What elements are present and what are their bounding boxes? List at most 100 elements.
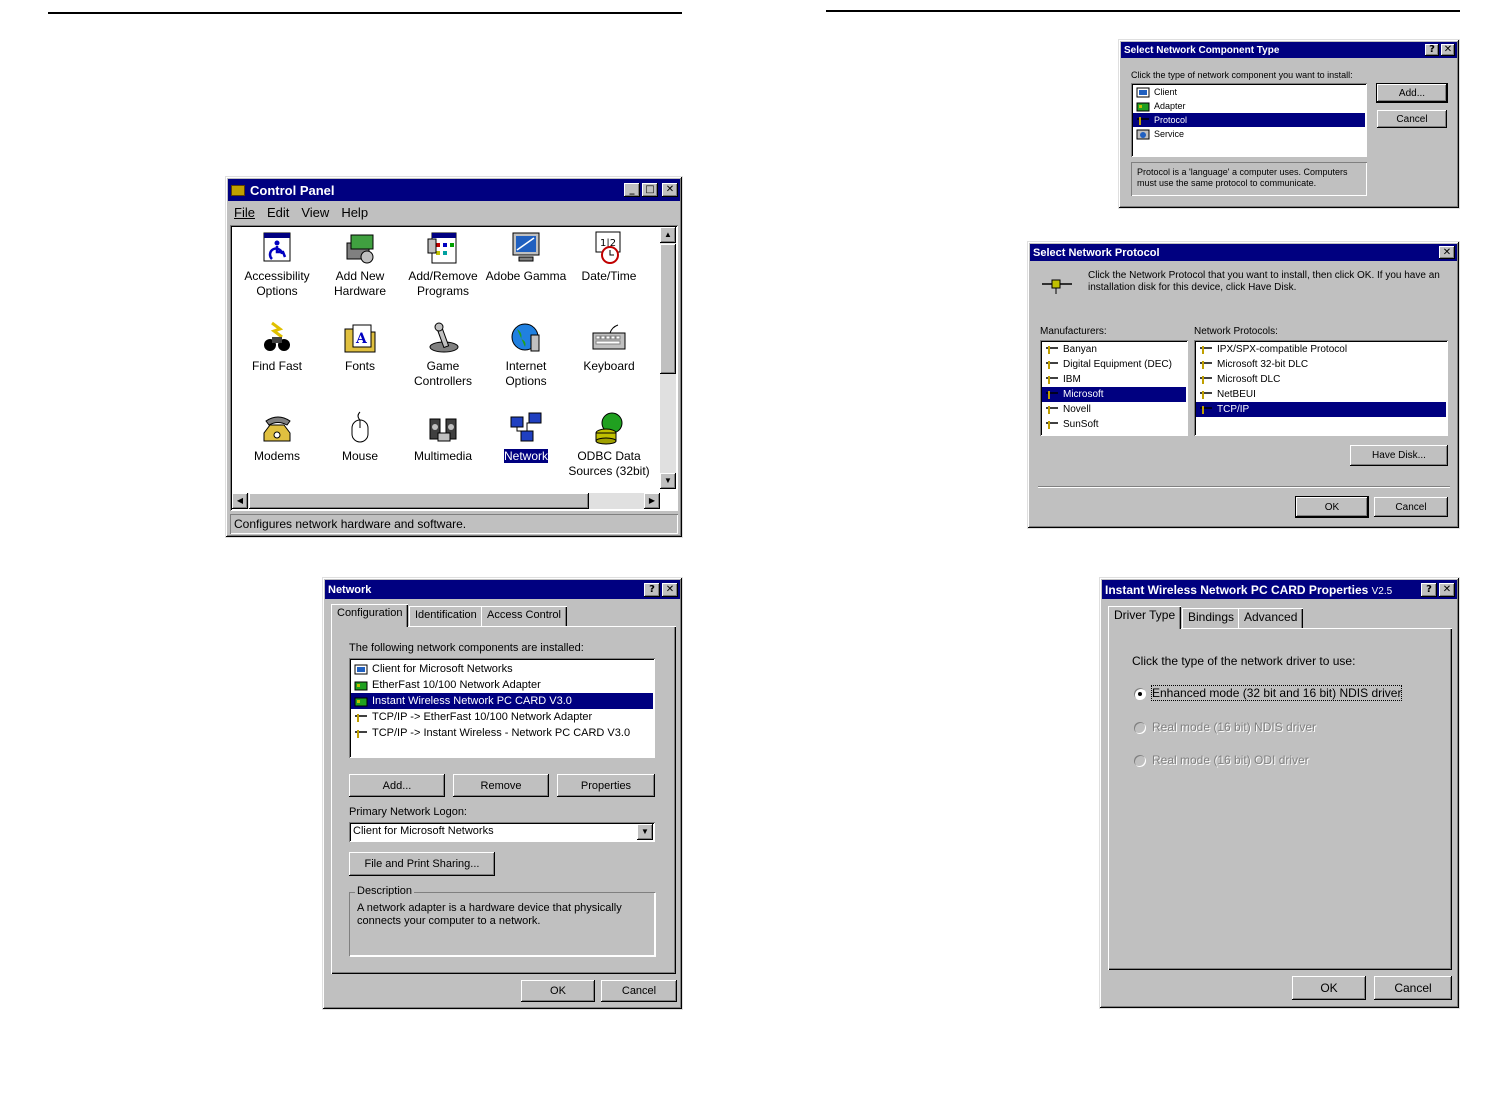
cp-item-adobe-gamma[interactable]: Adobe Gamma xyxy=(485,229,567,284)
close-icon[interactable]: ✕ xyxy=(1441,44,1455,56)
file-print-sharing-button[interactable]: File and Print Sharing... xyxy=(349,852,495,876)
pc-card-ok-button[interactable]: OK xyxy=(1292,976,1366,1000)
network-cancel-button[interactable]: Cancel xyxy=(601,980,677,1002)
list-item[interactable]: TCP/IP xyxy=(1196,402,1446,417)
cp-item-find-fast[interactable]: Find Fast xyxy=(236,319,318,374)
list-item[interactable]: SunSoft xyxy=(1042,417,1186,432)
cp-item-internet-options[interactable]: Internet Options xyxy=(485,319,567,389)
list-item[interactable]: TCP/IP -> EtherFast 10/100 Network Adapt… xyxy=(351,709,653,725)
service-icon xyxy=(1136,129,1150,139)
close-icon[interactable]: ✕ xyxy=(662,183,678,197)
component-type-list[interactable]: Client Adapter Protocol Service xyxy=(1131,83,1367,157)
menu-help[interactable]: Help xyxy=(341,205,368,220)
list-item[interactable]: Client for Microsoft Networks xyxy=(351,661,653,677)
add-button[interactable]: Add... xyxy=(349,774,445,797)
list-item[interactable]: Protocol xyxy=(1133,113,1365,127)
network-titlebar[interactable]: Network ? ✕ xyxy=(325,580,680,599)
pc-card-cancel-button[interactable]: Cancel xyxy=(1374,976,1452,1000)
scroll-down-icon[interactable]: ▼ xyxy=(660,473,676,489)
list-item[interactable]: Service xyxy=(1133,127,1365,141)
cp-item-odbc-data-sources-32bit[interactable]: ODBC Data Sources (32bit) xyxy=(568,409,650,479)
help-icon[interactable]: ? xyxy=(1425,44,1439,56)
tab-driver-type[interactable]: Driver Type xyxy=(1108,606,1182,629)
scroll-up-icon[interactable]: ▲ xyxy=(660,227,676,243)
list-item[interactable]: Instant Wireless Network PC CARD V3.0 xyxy=(351,693,653,709)
protocols-list[interactable]: IPX/SPX-compatible Protocol Microsoft 32-… xyxy=(1194,340,1448,436)
control-panel-menubar: File Edit View Help xyxy=(228,201,680,223)
cp-item-add-remove-programs[interactable]: Add/Remove Programs xyxy=(402,229,484,299)
list-item[interactable]: Banyan xyxy=(1042,342,1186,357)
list-item[interactable]: NetBEUI xyxy=(1196,387,1446,402)
properties-button[interactable]: Properties xyxy=(557,774,655,797)
scroll-left-icon[interactable]: ◀ xyxy=(232,493,248,509)
have-disk-button[interactable]: Have Disk... xyxy=(1350,445,1448,466)
tab-access-control[interactable]: Access Control xyxy=(481,606,567,626)
list-item-label: TCP/IP -> Instant Wireless - Network PC … xyxy=(372,727,631,739)
network-ok-button[interactable]: OK xyxy=(521,980,595,1002)
component-cancel-button[interactable]: Cancel xyxy=(1377,110,1447,128)
cp-item-multimedia[interactable]: Multimedia xyxy=(402,409,484,464)
protocol-cancel-button[interactable]: Cancel xyxy=(1374,497,1448,517)
minimize-icon[interactable]: _ xyxy=(624,183,640,197)
cp-item-network[interactable]: Network xyxy=(485,409,567,464)
protocol-ok-button[interactable]: OK xyxy=(1295,496,1369,518)
component-add-button[interactable]: Add... xyxy=(1376,83,1448,103)
radio-enhanced[interactable] xyxy=(1134,687,1146,700)
scroll-thumb-horizontal[interactable] xyxy=(249,493,589,509)
list-item[interactable]: IPX/SPX-compatible Protocol xyxy=(1196,342,1446,357)
list-item[interactable]: Microsoft 32-bit DLC xyxy=(1196,357,1446,372)
list-item[interactable]: EtherFast 10/100 Network Adapter xyxy=(351,677,653,693)
scroll-thumb[interactable] xyxy=(660,244,676,374)
list-item[interactable]: Novell xyxy=(1042,402,1186,417)
help-icon[interactable]: ? xyxy=(644,582,660,597)
chevron-down-icon[interactable]: ▼ xyxy=(637,824,653,840)
protocol-icon xyxy=(1046,361,1058,369)
list-item[interactable]: TCP/IP -> Instant Wireless - Network PC … xyxy=(351,725,653,741)
close-icon[interactable]: ✕ xyxy=(662,582,678,597)
manufacturers-list[interactable]: Banyan Digital Equipment (DEC) IBM Microsof… xyxy=(1040,340,1188,436)
list-item[interactable]: IBM xyxy=(1042,372,1186,387)
menu-file[interactable]: File xyxy=(234,205,255,220)
vertical-scrollbar[interactable]: ▲ ▼ xyxy=(660,227,676,489)
control-panel-titlebar[interactable]: Control Panel _ □ ✕ xyxy=(228,179,680,201)
cp-item-modems[interactable]: Modems xyxy=(236,409,318,464)
cp-item-game-controllers[interactable]: Game Controllers xyxy=(402,319,484,389)
cp-item-label: Game Controllers xyxy=(413,359,473,388)
tab-configuration[interactable]: Configuration xyxy=(331,604,409,627)
cp-item-keyboard[interactable]: Keyboard xyxy=(568,319,650,374)
components-list[interactable]: Client for Microsoft Networks EtherFast 1… xyxy=(349,658,655,758)
list-item[interactable]: Microsoft xyxy=(1042,387,1186,402)
cp-item-accessibility-options[interactable]: Accessibility Options xyxy=(236,229,318,299)
list-item[interactable]: Microsoft DLC xyxy=(1196,372,1446,387)
protocol-icon xyxy=(1046,421,1058,429)
tab-advanced[interactable]: Advanced xyxy=(1238,608,1304,628)
driver-option-enhanced[interactable]: Enhanced mode (32 bit and 16 bit) NDIS d… xyxy=(1134,685,1403,701)
horizontal-scrollbar[interactable]: ◀ ▶ xyxy=(232,493,660,509)
menu-view[interactable]: View xyxy=(301,205,329,220)
tab-identification[interactable]: Identification xyxy=(409,606,483,626)
cp-item-add-new-hardware[interactable]: Add New Hardware xyxy=(319,229,401,299)
close-icon[interactable]: ✕ xyxy=(1439,582,1455,597)
component-type-titlebar[interactable]: Select Network Component Type ? ✕ xyxy=(1121,42,1457,58)
cp-item-mouse[interactable]: Mouse xyxy=(319,409,401,464)
tab-bindings[interactable]: Bindings xyxy=(1182,608,1241,628)
menu-edit[interactable]: Edit xyxy=(267,205,289,220)
cp-item-label: Multimedia xyxy=(413,449,473,463)
adapter-icon xyxy=(354,697,368,706)
primary-logon-select[interactable]: Client for Microsoft Networks ▼ xyxy=(349,822,655,842)
scroll-right-icon[interactable]: ▶ xyxy=(644,493,660,509)
cp-item-label: Date/Time xyxy=(581,269,637,283)
list-item[interactable]: Client xyxy=(1133,85,1365,99)
pc-card-titlebar[interactable]: Instant Wireless Network PC CARD Propert… xyxy=(1102,580,1457,599)
list-item[interactable]: Adapter xyxy=(1133,99,1365,113)
remove-button[interactable]: Remove xyxy=(453,774,549,797)
protocol-titlebar[interactable]: Select Network Protocol ✕ xyxy=(1030,244,1457,261)
protocol-title: Select Network Protocol xyxy=(1033,246,1160,259)
cp-item-date-time[interactable]: 1|2 Date/Time xyxy=(568,229,650,284)
maximize-icon[interactable]: □ xyxy=(642,183,658,197)
close-icon[interactable]: ✕ xyxy=(1439,246,1455,259)
help-icon[interactable]: ? xyxy=(1421,582,1437,597)
adapter-icon xyxy=(1136,102,1150,111)
list-item[interactable]: Digital Equipment (DEC) xyxy=(1042,357,1186,372)
cp-item-fonts[interactable]: A Fonts xyxy=(319,319,401,374)
